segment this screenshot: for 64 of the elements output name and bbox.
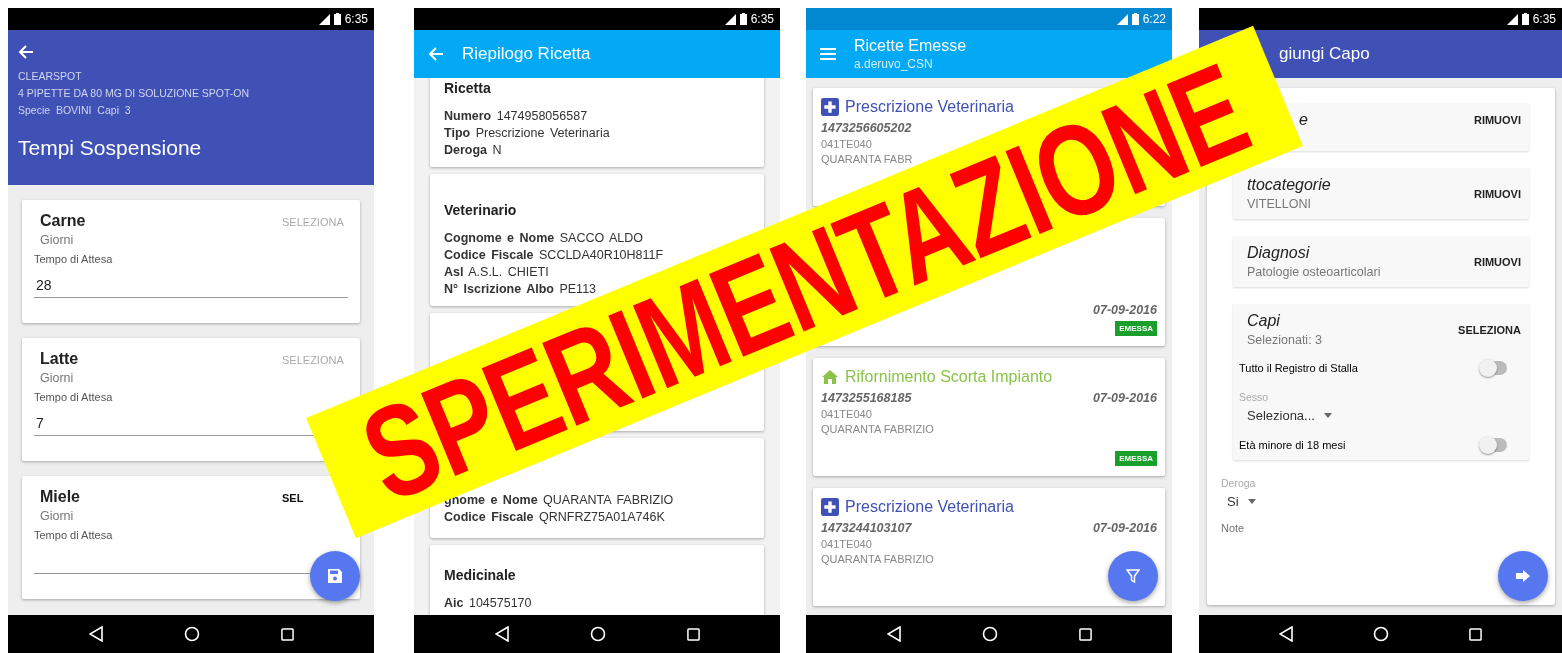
status-time: 6:35 <box>1532 12 1556 26</box>
home-nav-icon[interactable] <box>1373 626 1389 642</box>
home-nav-icon[interactable] <box>589 626 606 642</box>
home-nav-icon[interactable] <box>183 626 200 642</box>
status-time: 6:35 <box>750 12 774 26</box>
dropdown-caret-icon <box>1323 413 1332 418</box>
screen-title: Ricette Emesse <box>854 37 967 55</box>
product-info-text: CLEARSPOT <box>18 69 83 84</box>
back-arrow-icon[interactable] <box>18 44 34 60</box>
signal-icon <box>1506 13 1518 25</box>
card-title: Carne <box>40 212 86 230</box>
plus-icon <box>821 98 839 116</box>
remove-link[interactable]: RIMUOVI <box>1473 255 1521 268</box>
menu-icon[interactable] <box>820 48 836 60</box>
filter-icon <box>1126 569 1140 583</box>
field-label: Tempo di Attesa <box>34 391 114 403</box>
item-number: 1473244103107 <box>821 521 912 535</box>
recents-nav-icon[interactable] <box>280 627 294 641</box>
status-time: 6:22 <box>1142 12 1166 26</box>
back-nav-icon[interactable] <box>1279 626 1293 642</box>
status-time: 6:35 <box>344 12 368 26</box>
unit-text: Giorni <box>40 509 75 523</box>
card-title: Latte <box>40 350 79 368</box>
arrow-right-icon <box>1516 570 1530 582</box>
product-info-text: 4 PIPETTE DA 80 MG DI SOLUZIONE SPOT-ON <box>18 86 251 101</box>
screen-title: Riepilogo Ricetta <box>462 44 591 63</box>
home-nav-icon[interactable] <box>981 626 998 642</box>
input-field[interactable]: 28 <box>34 273 266 298</box>
detail-row-text: Aic 104575170 <box>444 595 533 612</box>
field-label: Tempo di Attesa <box>34 253 114 265</box>
toggle-switch[interactable] <box>1481 438 1507 452</box>
field-label: Tempo di Attesa <box>34 529 114 541</box>
detail-row-text: Codice Fiscale QRNFRZ75A01A746K <box>444 509 666 526</box>
remove-link[interactable]: RIMUOVI <box>1473 187 1521 200</box>
screen-title: Tempi Sospensione <box>18 136 203 160</box>
recents-nav-icon[interactable] <box>686 627 700 641</box>
back-nav-icon[interactable] <box>886 626 901 642</box>
home-icon <box>821 369 839 385</box>
back-nav-icon[interactable] <box>494 626 509 642</box>
dropdown-caret-icon <box>1247 499 1256 504</box>
toggle-switch[interactable] <box>1481 361 1507 375</box>
recents-nav-icon[interactable] <box>1078 627 1092 641</box>
product-info-text: Specie BOVINI Capi 3 <box>18 103 132 118</box>
item-code: 041TE040 <box>821 538 873 550</box>
unit-text: Giorni <box>40 371 75 385</box>
back-nav-icon[interactable] <box>88 626 103 642</box>
remove-link[interactable]: RIMUOVI <box>1473 114 1521 126</box>
battery-icon <box>739 13 747 25</box>
card-title: Miele <box>40 488 80 506</box>
select-link[interactable]: SEL <box>282 492 304 504</box>
battery-icon <box>333 13 341 25</box>
battery-icon <box>1521 13 1529 25</box>
save-icon <box>328 569 342 583</box>
select-link[interactable]: SELEZIONA <box>1458 323 1521 336</box>
plus-icon <box>821 498 839 516</box>
battery-icon <box>1131 13 1139 25</box>
unit-text: Giorni <box>40 233 75 247</box>
section-title: Medicinale <box>444 567 517 583</box>
input-field[interactable]: 7 <box>34 411 266 436</box>
item-date: 07-09-2016 <box>1093 521 1157 535</box>
recents-nav-icon[interactable] <box>1469 627 1482 641</box>
item-title[interactable]: Prescrizione Veterinaria <box>845 498 1014 516</box>
vet-name: QUARANTA FABRIZIO <box>821 553 935 565</box>
dropdown-field[interactable]: Si <box>1227 494 1256 509</box>
